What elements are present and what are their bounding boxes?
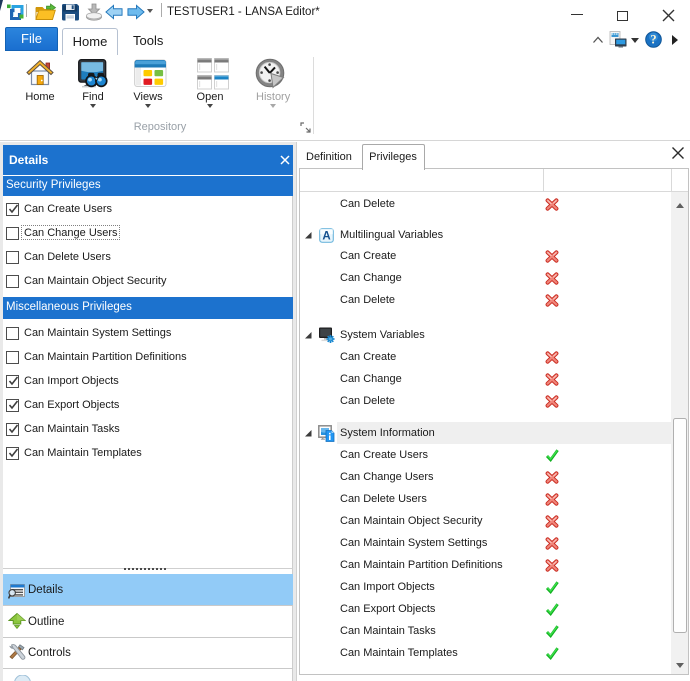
svg-text:?: ? xyxy=(650,33,656,47)
svg-text:A: A xyxy=(322,230,330,242)
